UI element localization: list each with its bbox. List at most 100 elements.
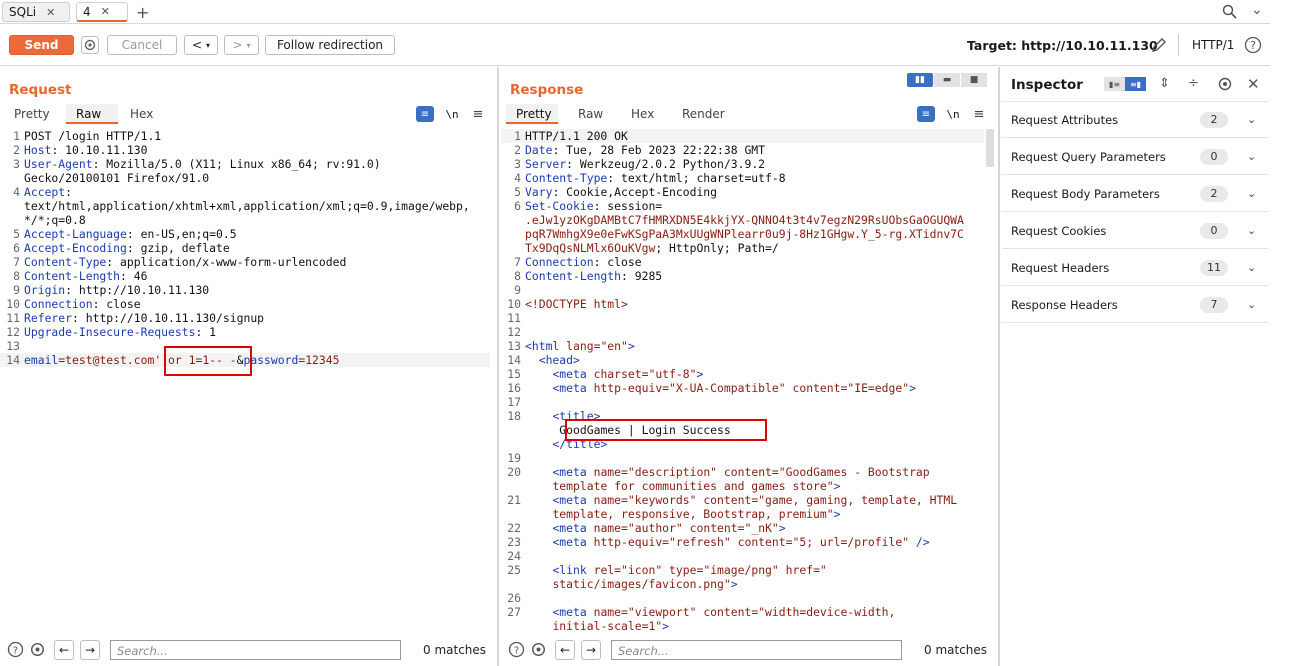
tab-sqli[interactable]: SQLi ✕ [2, 2, 70, 22]
response-search-input[interactable]: Search... [611, 640, 902, 660]
chevron-down-icon[interactable]: ⌄ [1247, 187, 1256, 200]
tab-4[interactable]: 4 ✕ [76, 2, 128, 22]
search-icon[interactable] [1222, 4, 1237, 22]
inspector-section[interactable]: Request Cookies 0 ⌄ [1002, 213, 1268, 249]
gear-icon[interactable] [1217, 76, 1233, 95]
menu-icon[interactable]: ≡ [970, 106, 988, 122]
inspector-section-label: Request Attributes [1011, 112, 1119, 127]
request-editor[interactable]: 1 POST /login HTTP/1.1 2 Host: 10.10.11.130… [0, 129, 490, 379]
previous-match-button[interactable]: ← [555, 640, 575, 660]
gear-icon[interactable] [530, 641, 547, 661]
expand-all-icon[interactable]: ⇕ [1159, 76, 1170, 91]
html-token: > [833, 507, 841, 521]
request-tab-hex[interactable]: Hex [120, 104, 163, 124]
response-tab-raw[interactable]: Raw [568, 104, 613, 124]
request-search-input[interactable]: Search... [110, 640, 401, 660]
gear-icon[interactable] [29, 641, 46, 661]
forward-button[interactable]: > ▾ [224, 35, 259, 55]
response-tab-render[interactable]: Render [672, 104, 735, 124]
newline-toggle[interactable]: \n [944, 106, 962, 122]
collapse-all-icon[interactable]: ÷ [1188, 76, 1199, 91]
layout-side-by-side-icon[interactable]: ▮▮ [907, 73, 933, 87]
chevron-down-icon[interactable]: ⌄ [1247, 150, 1256, 163]
cookie-value: .eJw1yzOKgDAMBtC7fHMRXDN5E4kkjYX-QNNO4t3… [525, 213, 964, 227]
request-response-divider[interactable] [497, 67, 499, 666]
response-line: 19 [501, 451, 984, 465]
html-token: content [723, 465, 772, 479]
follow-redirection-button[interactable]: Follow redirection [265, 35, 395, 55]
gear-icon[interactable] [80, 35, 100, 55]
header-key: Server [525, 157, 567, 171]
inspector-section[interactable]: Response Headers 7 ⌄ [1002, 287, 1268, 323]
line-number: 8 [13, 269, 20, 283]
menu-icon[interactable]: ≡ [469, 106, 487, 122]
response-inspector-divider[interactable] [998, 67, 1000, 666]
edit-icon[interactable] [1151, 37, 1167, 56]
newline-toggle[interactable]: \n [443, 106, 461, 122]
close-icon[interactable]: ✕ [101, 5, 110, 18]
inspector-list-icon[interactable]: ▮≡ [1104, 77, 1125, 91]
response-editor[interactable]: 1 HTTP/1.1 200 OK 2 Date: Tue, 28 Feb 2023 … [501, 129, 984, 632]
header-value: : 1 [195, 325, 217, 339]
response-scrollbar[interactable] [986, 129, 994, 167]
cancel-button[interactable]: Cancel [107, 35, 177, 55]
param-key: email [24, 353, 59, 367]
html-token: <meta [552, 521, 594, 535]
request-tab-pretty[interactable]: Pretty [4, 104, 60, 124]
response-tab-hex[interactable]: Hex [621, 104, 664, 124]
count-badge: 11 [1200, 259, 1228, 276]
request-line: 4 Accept: [0, 185, 490, 199]
help-icon[interactable]: ? [1244, 36, 1262, 57]
chevron-down-icon[interactable]: ⌄ [1247, 113, 1256, 126]
request-line: 9 Origin: http://10.10.11.130 [0, 283, 490, 297]
header-value: : en-US,en;q=0.5 [126, 227, 237, 241]
chevron-down-icon[interactable]: ⌄ [1251, 2, 1263, 18]
help-icon[interactable]: ? [508, 641, 525, 661]
header-value: : 9285 [621, 269, 663, 283]
line-number: 3 [13, 157, 20, 171]
html-token: <!DOCTYPE html> [525, 297, 628, 311]
html-token: > [696, 367, 704, 381]
inspector-section[interactable]: Request Headers 11 ⌄ [1002, 250, 1268, 286]
protocol-label[interactable]: HTTP/1 [1192, 38, 1234, 52]
layout-single-icon[interactable]: ■ [961, 73, 987, 87]
inspector-section[interactable]: Request Body Parameters 2 ⌄ [1002, 176, 1268, 212]
previous-match-button[interactable]: ← [54, 640, 74, 660]
html-token: charset [593, 367, 642, 381]
chevron-down-icon[interactable]: ⌄ [1247, 224, 1256, 237]
layout-stacked-icon[interactable]: ▬ [934, 73, 960, 87]
next-match-button[interactable]: → [581, 640, 601, 660]
request-tab-raw[interactable]: Raw [66, 104, 118, 124]
line-number: 25 [507, 563, 521, 577]
response-tab-pretty[interactable]: Pretty [506, 104, 558, 124]
next-match-button[interactable]: → [80, 640, 100, 660]
wrap-icon[interactable]: ≡ [917, 106, 935, 122]
close-icon[interactable]: ✕ [1247, 75, 1260, 93]
inspector-section[interactable]: Request Query Parameters 0 ⌄ [1002, 139, 1268, 175]
html-token: content [689, 521, 738, 535]
html-token: <html [525, 339, 567, 353]
add-tab-icon[interactable]: + [136, 3, 149, 22]
header-key: Content-Type [24, 255, 107, 269]
html-token: > [627, 339, 635, 353]
wrap-icon[interactable]: ≡ [416, 106, 434, 122]
forward-label: > [232, 38, 243, 52]
response-line: 2 Date: Tue, 28 Feb 2023 22:22:38 GMT [501, 143, 984, 157]
html-token: ="refresh" [662, 535, 731, 549]
line-number: 17 [507, 395, 521, 409]
chevron-down-icon[interactable]: ⌄ [1247, 298, 1256, 311]
send-button[interactable]: Send [9, 35, 74, 55]
line-number: 6 [13, 241, 20, 255]
html-token: ="keywords" [621, 493, 697, 507]
close-icon[interactable]: ✕ [46, 6, 55, 19]
chevron-down-icon[interactable]: ⌄ [1247, 261, 1256, 274]
inspector-section[interactable]: Request Attributes 2 ⌄ [1002, 102, 1268, 138]
help-icon[interactable]: ? [7, 641, 24, 661]
back-button[interactable]: < ▾ [184, 35, 218, 55]
title-highlight [565, 419, 767, 441]
request-line: */*;q=0.8 [0, 213, 490, 227]
line-number: 10 [507, 297, 521, 311]
header-value: HTTP/1.1 200 OK [525, 129, 628, 143]
request-line: 2 Host: 10.10.11.130 [0, 143, 490, 157]
inspector-panel-icon[interactable]: ≡▮ [1125, 77, 1146, 91]
